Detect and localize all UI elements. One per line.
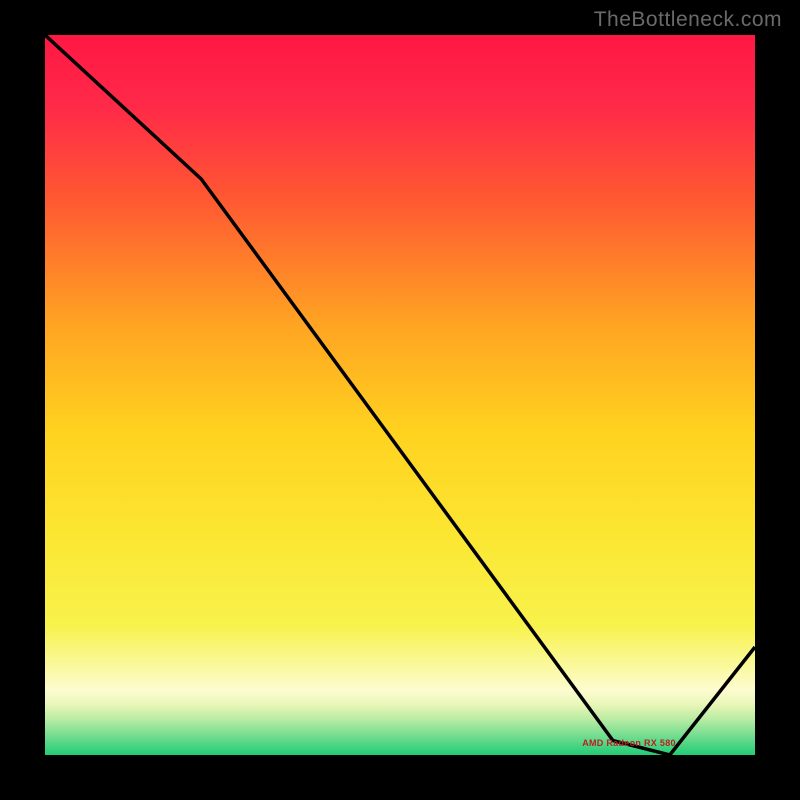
plot-area: AMD Radeon RX 580	[45, 35, 755, 755]
attribution-text: TheBottleneck.com	[594, 8, 782, 32]
chart-svg	[45, 35, 755, 755]
gradient-background	[45, 35, 755, 755]
